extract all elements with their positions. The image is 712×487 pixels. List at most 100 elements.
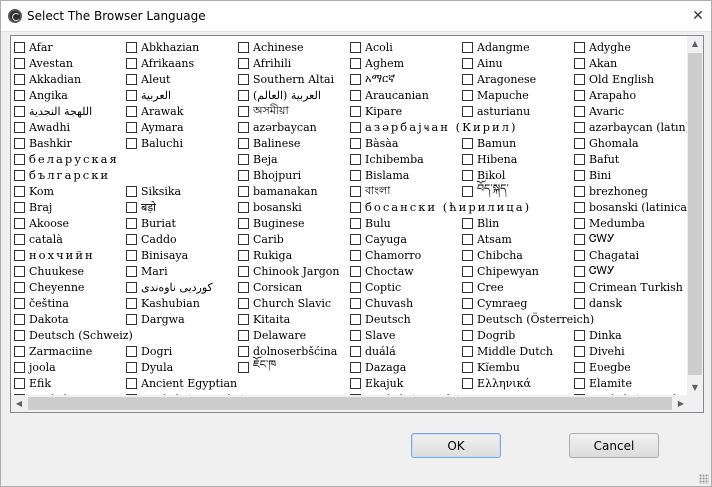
language-checkbox[interactable] [462, 313, 473, 325]
language-option[interactable]: ཇོང་ཁ [235, 358, 347, 375]
language-option[interactable]: Chagatai [571, 247, 683, 263]
language-checkbox[interactable] [574, 57, 585, 69]
language-checkbox[interactable] [574, 281, 585, 293]
language-option[interactable]: Cree [459, 279, 571, 295]
language-option[interactable]: азәрбајҹан (Кирил) [347, 119, 515, 135]
language-checkbox[interactable] [350, 89, 361, 101]
language-option[interactable]: العربية (العالم) [235, 87, 347, 103]
language-checkbox[interactable] [238, 137, 249, 149]
language-checkbox[interactable] [126, 233, 137, 245]
language-option[interactable]: Angika [11, 87, 123, 103]
language-checkbox[interactable] [462, 41, 473, 53]
language-option[interactable]: Bamun [459, 135, 571, 151]
language-checkbox[interactable] [126, 345, 137, 357]
language-option[interactable]: Arapaho [571, 87, 683, 103]
language-option[interactable]: Slave [347, 327, 459, 343]
language-option[interactable]: Atsam [459, 231, 571, 247]
language-option[interactable]: Efik [11, 375, 123, 391]
language-checkbox[interactable] [574, 329, 585, 341]
language-option[interactable]: Akan [571, 55, 683, 71]
language-checkbox[interactable] [574, 73, 585, 85]
language-checkbox[interactable] [14, 41, 25, 53]
language-checkbox[interactable] [574, 233, 585, 245]
language-checkbox[interactable] [350, 249, 361, 261]
vertical-scrollbar[interactable]: ▲ ▼ [687, 36, 703, 396]
language-checkbox[interactable] [462, 329, 473, 341]
language-option[interactable]: Bhojpuri [235, 167, 347, 183]
language-option[interactable]: ᏣᎳᎩ [571, 263, 683, 279]
language-checkbox[interactable] [14, 345, 25, 357]
language-option[interactable]: Braj [11, 199, 123, 215]
language-option[interactable]: Abkhazian [123, 39, 235, 55]
language-checkbox[interactable] [350, 297, 361, 309]
language-checkbox[interactable] [350, 233, 361, 245]
language-checkbox[interactable] [462, 345, 473, 357]
language-checkbox[interactable] [350, 121, 361, 133]
language-option[interactable]: Dogri [123, 343, 235, 359]
language-option[interactable]: Chuukese [11, 263, 123, 279]
vertical-scroll-thumb[interactable] [688, 53, 702, 375]
language-checkbox[interactable] [238, 105, 249, 117]
language-option[interactable]: bamanakan [235, 183, 347, 199]
language-option[interactable]: Cayuga [347, 231, 459, 247]
language-option[interactable]: Corsican [235, 279, 347, 295]
language-option[interactable]: brezhoneg [571, 183, 683, 199]
language-option[interactable]: Bàsàa [347, 135, 459, 151]
language-option[interactable]: Dinka [571, 327, 683, 343]
language-checkbox[interactable] [126, 361, 137, 373]
language-option[interactable]: ᏣᎳᎩ [571, 231, 683, 247]
language-checkbox[interactable] [574, 153, 585, 165]
language-checkbox[interactable] [574, 361, 585, 373]
language-checkbox[interactable] [14, 169, 25, 181]
language-checkbox[interactable] [350, 169, 361, 181]
language-checkbox[interactable] [14, 137, 25, 149]
language-option[interactable]: Bashkir [11, 135, 123, 151]
language-checkbox[interactable] [14, 201, 25, 213]
language-option[interactable]: Caddo [123, 231, 235, 247]
language-checkbox[interactable] [574, 89, 585, 101]
language-checkbox[interactable] [14, 377, 25, 389]
language-checkbox[interactable] [126, 265, 137, 277]
language-checkbox[interactable] [238, 297, 249, 309]
language-checkbox[interactable] [126, 137, 137, 149]
language-option[interactable]: Ichibemba [347, 151, 459, 167]
language-checkbox[interactable] [462, 169, 473, 181]
language-option[interactable]: Avaric [571, 103, 683, 119]
language-option[interactable]: Ghomala [571, 135, 683, 151]
language-option[interactable]: Aymara [123, 119, 235, 135]
language-checkbox[interactable] [14, 281, 25, 293]
language-checkbox[interactable] [126, 41, 137, 53]
language-option[interactable]: Chipewyan [459, 263, 571, 279]
language-option[interactable]: Kashubian [123, 295, 235, 311]
language-option[interactable]: Middle Dutch [459, 343, 571, 359]
language-checkbox[interactable] [14, 153, 25, 165]
language-option[interactable]: Avestan [11, 55, 123, 71]
language-option[interactable]: Afar [11, 39, 123, 55]
language-checkbox[interactable] [14, 313, 25, 325]
language-checkbox[interactable] [350, 265, 361, 277]
language-option[interactable]: Cheyenne [11, 279, 123, 295]
language-option[interactable]: Baluchi [123, 135, 235, 151]
language-checkbox[interactable] [350, 153, 361, 165]
language-option[interactable]: Achinese [235, 39, 347, 55]
language-checkbox[interactable] [126, 313, 137, 325]
language-checkbox[interactable] [14, 89, 25, 101]
language-checkbox[interactable] [14, 73, 25, 85]
language-checkbox[interactable] [126, 73, 137, 85]
language-option[interactable]: Binisaya [123, 247, 235, 263]
language-option[interactable]: Dazaga [347, 359, 459, 375]
language-option[interactable]: Bulu [347, 215, 459, 231]
language-option[interactable]: Kitaita [235, 311, 347, 327]
language-option[interactable]: čeština [11, 295, 123, 311]
language-option[interactable]: བོད་སྐད་ [459, 182, 571, 199]
language-option[interactable]: Akoose [11, 215, 123, 231]
language-checkbox[interactable] [462, 185, 473, 197]
language-checkbox[interactable] [126, 185, 137, 197]
language-option[interactable]: joola [11, 359, 123, 375]
language-option[interactable]: Southern Altai [235, 71, 347, 87]
language-option[interactable]: Divehi [571, 343, 683, 359]
language-checkbox[interactable] [462, 249, 473, 261]
language-option[interactable]: Adangme [459, 39, 571, 55]
language-option[interactable]: Araucanian [347, 87, 459, 103]
close-button[interactable]: ✕ [691, 9, 705, 23]
